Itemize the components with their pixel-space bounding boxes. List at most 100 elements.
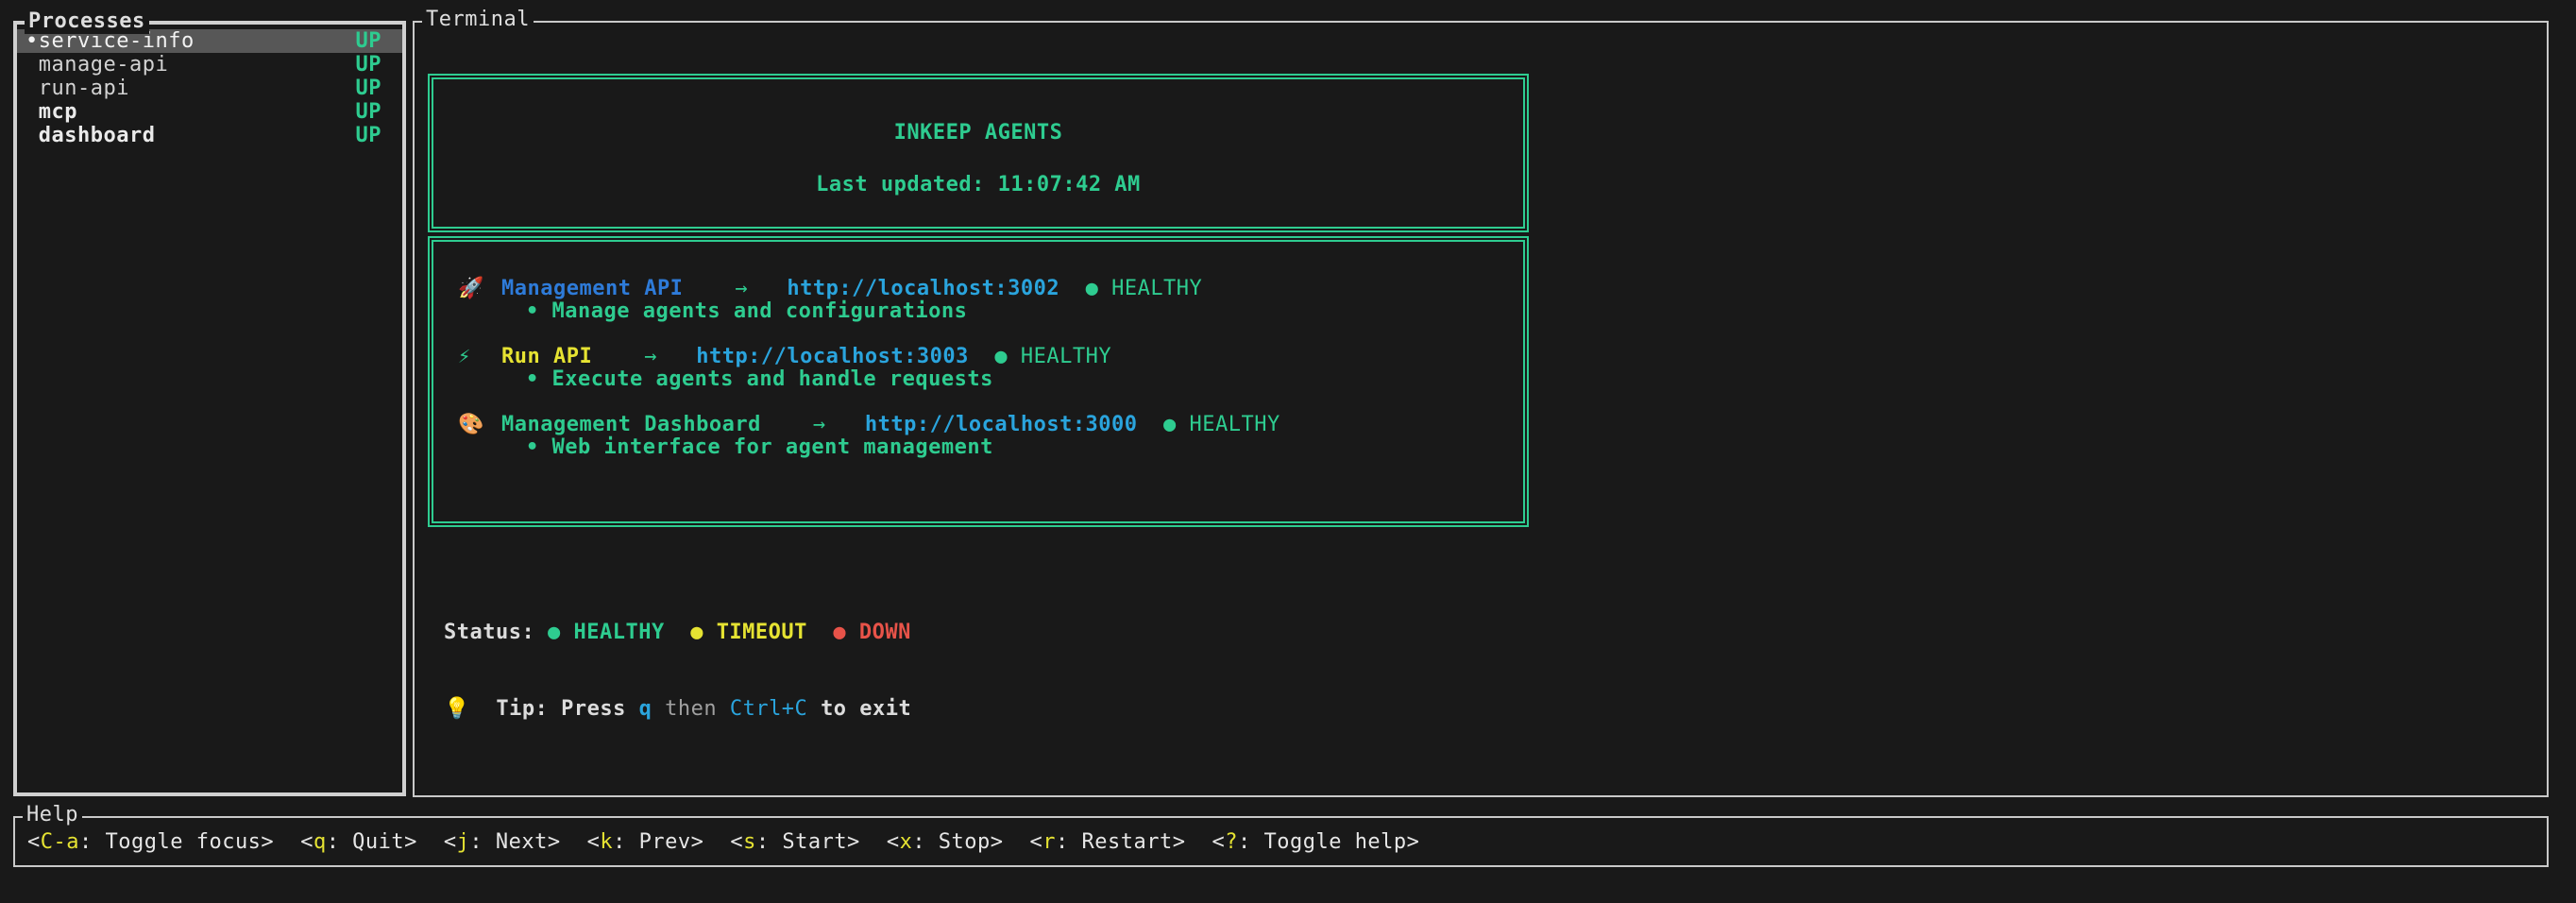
status-dot-icon: ● [690, 621, 717, 644]
process-status-badge: UP [356, 124, 382, 147]
help-panel: Help <C-a: Toggle focus><q: Quit><j: Nex… [13, 816, 2549, 867]
service-health-status: HEALTHY [1111, 277, 1202, 300]
app-title: INKEEP AGENTS [433, 121, 1523, 145]
service-url[interactable]: http://localhost:3003 [696, 345, 969, 368]
spacer [1177, 413, 1190, 436]
spacer [592, 345, 644, 368]
service-description: • Manage agents and configurations [458, 300, 1523, 323]
help-label: : Start> [756, 830, 860, 854]
process-name: dashboard [25, 124, 155, 147]
process-status-badge: UP [356, 29, 382, 53]
spacer [1098, 277, 1111, 300]
process-status-badge: UP [356, 77, 382, 100]
help-key: s [743, 830, 756, 854]
rocket-icon: 🚀 [458, 278, 501, 300]
help-bracket: < [587, 830, 601, 854]
service-entry: 🚀Management API → http://localhost:3002 … [458, 278, 1523, 323]
arrow-icon: → [644, 345, 657, 368]
process-row-run-api[interactable]: run-api UP [17, 77, 402, 100]
tip-text: to exit [821, 697, 911, 721]
service-name: Run API [501, 345, 592, 368]
help-bracket: < [300, 830, 314, 854]
lightning-icon: ⚡ [458, 346, 501, 368]
status-legend-timeout: TIMEOUT [717, 621, 807, 644]
status-legend-down: DOWN [859, 621, 911, 644]
help-items: <C-a: Toggle focus><q: Quit><j: Next><k:… [15, 830, 1446, 854]
process-name: manage-api [25, 53, 168, 77]
help-key: q [314, 830, 327, 854]
help-key: j [457, 830, 470, 854]
service-line: 🎨Management Dashboard → http://localhost… [458, 414, 1523, 436]
arrow-icon: → [813, 413, 826, 436]
status-dot-icon: ● [1163, 413, 1177, 436]
status-legend: Status: ● HEALTHY ● TIMEOUT ● DOWN [444, 620, 911, 645]
process-row-dashboard[interactable]: dashboard UP [17, 124, 402, 147]
status-area: Status: ● HEALTHY ● TIMEOUT ● DOWN 💡 Tip… [444, 569, 911, 773]
process-row-manage-api[interactable]: manage-api UP [17, 53, 402, 77]
process-list: •service-infoUP manage-apiUP run-apiUP m… [17, 25, 402, 147]
processes-panel-title: Processes [25, 9, 149, 34]
spacer [826, 413, 865, 436]
help-item-r: <r: Restart> [1030, 830, 1186, 854]
service-entry: 🎨Management Dashboard → http://localhost… [458, 414, 1523, 459]
status-dot-icon: ● [1086, 277, 1099, 300]
service-url[interactable]: http://localhost:3000 [865, 413, 1138, 436]
help-item-help: <?: Toggle help> [1212, 830, 1419, 854]
help-bracket: < [1212, 830, 1225, 854]
spacer [657, 345, 696, 368]
lightbulb-icon: 💡 [444, 697, 496, 721]
tip-text [652, 697, 665, 721]
service-line: ⚡Run API → http://localhost:3003 ● HEALT… [458, 346, 1523, 368]
spacer [1059, 277, 1086, 300]
terminal-panel: Terminal INKEEP AGENTS Last updated: 11:… [413, 21, 2549, 797]
process-row-mcp[interactable]: mcp UP [17, 100, 402, 124]
status-dot-icon: ● [548, 621, 574, 644]
help-label: : Toggle focus> [79, 830, 274, 854]
help-item-k: <k: Prev> [587, 830, 704, 854]
service-health-status: HEALTHY [1190, 413, 1280, 436]
process-status-badge: UP [356, 100, 382, 124]
tip-text: then [665, 697, 717, 721]
services-box: 🚀Management API → http://localhost:3002 … [428, 236, 1529, 527]
help-panel-title: Help [23, 803, 82, 827]
help-bracket: < [27, 830, 41, 854]
services-list: 🚀Management API → http://localhost:3002 … [433, 242, 1523, 459]
last-updated-text: Last updated: 11:07:42 AM [433, 173, 1523, 196]
tip-text: Tip: Press [496, 697, 625, 721]
status-dot-icon: ● [833, 621, 859, 644]
spacer [1008, 345, 1021, 368]
help-label: : Restart> [1056, 830, 1185, 854]
service-url[interactable]: http://localhost:3002 [787, 277, 1059, 300]
help-label: : Prev> [613, 830, 703, 854]
help-item-s: <s: Start> [730, 830, 859, 854]
service-description: • Web interface for agent management [458, 436, 1523, 459]
spacer [683, 277, 735, 300]
spacer [761, 413, 813, 436]
tip-line: 💡 Tip: Press q then Ctrl+C to exit [444, 696, 911, 722]
inkeep-header-box: INKEEP AGENTS Last updated: 11:07:42 AM [428, 74, 1529, 232]
tip-text [626, 697, 639, 721]
help-label: : Toggle help> [1238, 830, 1419, 854]
process-name: run-api [25, 77, 129, 100]
help-item-x: <x: Stop> [887, 830, 1004, 854]
process-name: mcp [25, 100, 77, 124]
status-legend-healthy: HEALTHY [573, 621, 664, 644]
spacer [748, 277, 787, 300]
tip-text: Ctrl+C [730, 697, 807, 721]
help-bracket: < [730, 830, 743, 854]
service-name: Management API [501, 277, 683, 300]
spacer [1138, 413, 1164, 436]
process-status-badge: UP [356, 53, 382, 77]
help-item-q: <q: Quit> [300, 830, 417, 854]
status-dot-icon: ● [994, 345, 1008, 368]
tip-text [807, 697, 821, 721]
service-entry: ⚡Run API → http://localhost:3003 ● HEALT… [458, 346, 1523, 391]
terminal-panel-title: Terminal [422, 8, 534, 32]
tip-text: q [639, 697, 652, 721]
help-key: x [900, 830, 913, 854]
help-bracket: < [444, 830, 457, 854]
help-key: k [600, 830, 613, 854]
spacer [969, 345, 995, 368]
help-item-C-a: <C-a: Toggle focus> [27, 830, 274, 854]
help-bracket: < [1030, 830, 1043, 854]
